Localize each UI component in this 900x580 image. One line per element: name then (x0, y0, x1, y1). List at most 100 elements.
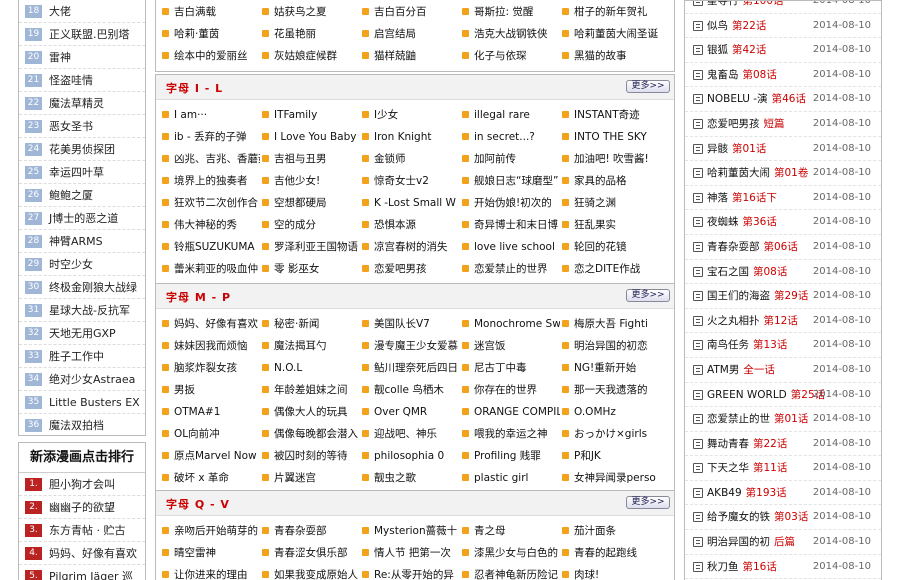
comic-link[interactable]: 恐惧本源 (362, 214, 460, 236)
comic-name[interactable]: 火之丸相扑 (707, 315, 760, 327)
comic-title[interactable]: 家具的品格 (574, 170, 627, 192)
comic-link[interactable]: love live school (462, 236, 560, 258)
comic-link[interactable]: 鲇川理奈死后四日 (362, 357, 460, 379)
comic-link[interactable]: 青春涩女俱乐部 (262, 542, 360, 564)
comic-title[interactable]: 哈莉·董茵 (174, 23, 219, 45)
comic-link[interactable]: 男扳 (162, 379, 260, 401)
comic-name[interactable]: 舞动青春 (707, 438, 749, 450)
update-title[interactable]: 星导行 第100话 (707, 1, 784, 13)
chapter-label[interactable]: 第16话下 (732, 192, 777, 204)
comic-name[interactable]: AKB49 (707, 487, 742, 499)
comic-name[interactable]: ATM男 (707, 364, 739, 376)
comic-link[interactable]: 茄汁面条 (562, 520, 660, 542)
comic-title[interactable]: 轮回的花镜 (574, 236, 627, 258)
comic-link[interactable]: 亲吻后开始萌芽的 (162, 520, 260, 542)
comic-title[interactable]: I am··· (174, 104, 207, 126)
comic-title[interactable]: 狂乱果实 (574, 214, 616, 236)
comic-title-link[interactable]: Little Busters EX (49, 391, 140, 413)
comic-link[interactable]: in secret...? (462, 126, 560, 148)
comic-link[interactable]: 片翼迷宫 (262, 467, 360, 489)
comic-link[interactable]: 黑猫的故事 (562, 45, 660, 67)
comic-link[interactable]: 空想都硬局 (262, 192, 360, 214)
comic-title[interactable]: 破坏 x 革命 (174, 467, 229, 489)
comic-link[interactable]: 金锁师 (362, 148, 460, 170)
list-item[interactable]: 33 胜子工作中 (19, 345, 145, 368)
comic-link[interactable]: Profiling 贱罪 (462, 445, 560, 467)
update-item[interactable]: 下天之华 第11话 2014-08-10 (685, 456, 881, 481)
comic-title[interactable]: 姑获鸟之夏 (274, 1, 327, 23)
comic-title-link[interactable]: 正义联盟.巴别塔 (49, 23, 130, 45)
comic-title[interactable]: in secret...? (474, 126, 535, 148)
list-item[interactable]: 19 正义联盟.巴别塔 (19, 23, 145, 46)
comic-link[interactable]: 吉白百分百 (362, 1, 460, 23)
comic-name[interactable]: 哈莉董茵大闹 (707, 167, 770, 179)
comic-title[interactable]: 如果我变成原始人 (274, 564, 358, 580)
comic-title[interactable]: Profiling 贱罪 (474, 445, 541, 467)
comic-title[interactable]: 美国队长V7 (374, 313, 430, 335)
comic-title[interactable]: 漆黑少女与白色的 (474, 542, 558, 564)
comic-link[interactable]: 恋爱吧男孩 (362, 258, 460, 280)
comic-title[interactable]: 恋爱禁止的世界 (474, 258, 548, 280)
update-title[interactable]: 明治异国的初 后篇 (707, 530, 795, 554)
comic-title[interactable]: 柑子的新年贺礼 (574, 1, 648, 23)
comic-name[interactable]: 青春杂耍部 (707, 241, 760, 253)
comic-title[interactable]: 恋之DITE作战 (574, 258, 640, 280)
comic-link[interactable]: 恋爱禁止的世界 (462, 258, 560, 280)
update-title[interactable]: 异骸 第01话 (707, 137, 766, 161)
comic-title[interactable]: 女神异闻录perso (574, 467, 656, 489)
chapter-label[interactable]: 第100话 (743, 1, 784, 7)
comic-link[interactable]: 让你进来的理由 (162, 564, 260, 580)
comic-title[interactable]: 灰姑娘症候群 (274, 45, 337, 67)
comic-title[interactable]: 凉宫春树的消失 (374, 236, 448, 258)
chapter-label[interactable]: 第12话 (764, 315, 798, 327)
update-title[interactable]: 火之丸相扑 第12话 (707, 309, 798, 333)
comic-title[interactable]: I少女 (374, 104, 398, 126)
more-button[interactable]: 更多>> (626, 289, 670, 302)
comic-title[interactable]: N.O.L (274, 357, 302, 379)
more-button[interactable]: 更多>> (626, 80, 670, 93)
comic-link[interactable]: 忍者神龟新历险记 (462, 564, 560, 580)
comic-title[interactable]: 罗泽利亚王国物语 (274, 236, 358, 258)
comic-title[interactable]: INTO THE SKY (574, 126, 647, 148)
comic-link[interactable]: 妹妹因我而烦恼 (162, 335, 260, 357)
comic-name[interactable]: 南鸟任务 (707, 339, 749, 351)
comic-title-link[interactable]: 天地无用GXP (49, 322, 116, 344)
comic-link[interactable]: 青春的起跑线 (562, 542, 660, 564)
update-title[interactable]: ATM男 全一话 (707, 358, 775, 382)
chapter-label[interactable]: 第22话 (732, 20, 766, 32)
update-title[interactable]: 恋爱吧男孩 短篇 (707, 112, 785, 136)
comic-link[interactable]: 凉宫春树的消失 (362, 236, 460, 258)
comic-link[interactable]: 开始伪娘!初次的 (462, 192, 560, 214)
comic-title[interactable]: 狂欢节二次创作合 (174, 192, 258, 214)
comic-link[interactable]: 吉他少女! (262, 170, 360, 192)
comic-title[interactable]: 年龄差姐妹之间 (274, 379, 348, 401)
comic-link[interactable]: I Love You Baby (262, 126, 360, 148)
comic-link[interactable]: 境界上的独奏者 (162, 170, 260, 192)
chapter-label[interactable]: 第29话 (774, 290, 808, 302)
comic-title[interactable]: 青之母 (474, 520, 506, 542)
comic-link[interactable]: 灰姑娘症候群 (262, 45, 360, 67)
comic-title[interactable]: 那一天我遗落的 (574, 379, 648, 401)
comic-title[interactable]: 绘本中的爱丽丝 (174, 45, 248, 67)
comic-title[interactable]: 青春的起跑线 (574, 542, 637, 564)
update-title[interactable]: 银狐 第42话 (707, 38, 766, 62)
comic-link[interactable]: 年龄差姐妹之间 (262, 379, 360, 401)
comic-link[interactable]: Monochrome Swit (462, 313, 560, 335)
comic-link[interactable]: INTO THE SKY (562, 126, 660, 148)
comic-title[interactable]: 片翼迷宫 (274, 467, 316, 489)
comic-title[interactable]: 妈妈、好像有喜欢 (174, 313, 258, 335)
comic-link[interactable]: 铃瓶SUZUKUMA (162, 236, 260, 258)
list-item[interactable]: 3. 东方青帖 · 贮古 (19, 519, 145, 542)
comic-link[interactable]: illegal rare (462, 104, 560, 126)
list-item[interactable]: 30 终极金刚狼大战绿 (19, 276, 145, 299)
chapter-label[interactable]: 第03话 (774, 511, 808, 523)
comic-name[interactable]: 宝石之国 (707, 266, 749, 278)
comic-title[interactable]: Iron Knight (374, 126, 432, 148)
update-item[interactable]: 青春杂耍部 第06话 2014-08-10 (685, 235, 881, 260)
chapter-label[interactable]: 第06话 (764, 241, 798, 253)
comic-title[interactable]: 加油吧! 吹雪酱! (574, 148, 649, 170)
comic-name[interactable]: 神落 (707, 192, 728, 204)
chapter-label[interactable]: 第42话 (732, 44, 766, 56)
comic-name[interactable]: 恋爱吧男孩 (707, 118, 760, 130)
list-item[interactable]: 18 大佬 (19, 0, 145, 23)
